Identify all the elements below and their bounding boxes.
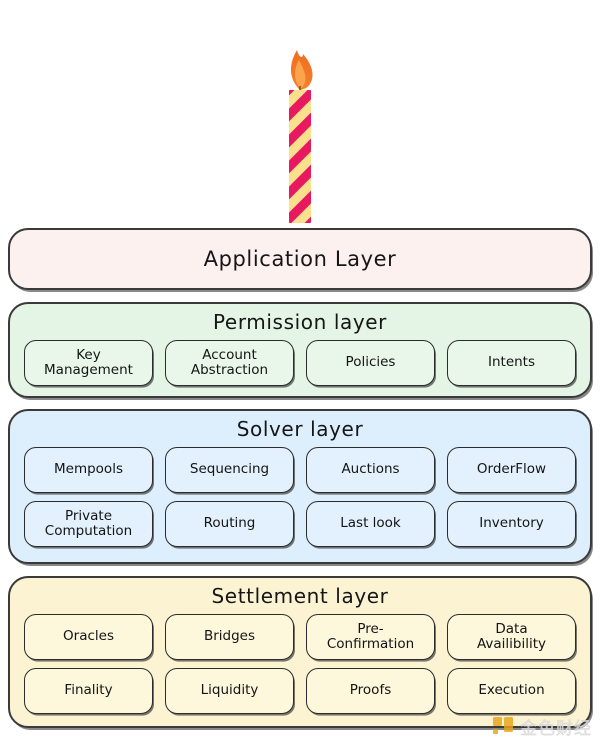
settlement-cells: Oracles Bridges Pre- Confirmation Data A… xyxy=(10,614,590,722)
cell-liquidity[interactable]: Liquidity xyxy=(165,668,294,714)
cell-auctions[interactable]: Auctions xyxy=(306,447,435,493)
cell-label: Finality xyxy=(64,683,112,698)
cell-label: Pre- Confirmation xyxy=(326,620,415,652)
cell-line-1: Key xyxy=(76,346,101,363)
cell-line-1: Oracles xyxy=(63,628,114,645)
cell-sequencing[interactable]: Sequencing xyxy=(165,447,294,493)
cell-finality[interactable]: Finality xyxy=(24,668,153,714)
cell-label: Proofs xyxy=(350,683,391,698)
cell-last-look[interactable]: Last look xyxy=(306,501,435,547)
layer-title-solver: Solver layer xyxy=(236,417,364,441)
cell-execution[interactable]: Execution xyxy=(447,668,576,714)
cell-line-1: Intents xyxy=(487,354,536,371)
cell-key-management[interactable]: Key Management xyxy=(24,340,153,386)
layer-title-application: Application Layer xyxy=(203,246,397,271)
cell-line-2: Abstraction xyxy=(190,362,269,378)
cell-label: Routing xyxy=(204,516,256,531)
cell-orderflow[interactable]: OrderFlow xyxy=(447,447,576,493)
layer-stack-diagram: Application Layer Permission layer Key M… xyxy=(0,0,600,741)
cell-routing[interactable]: Routing xyxy=(165,501,294,547)
cell-line-2: Confirmation xyxy=(326,636,415,652)
cell-label: Bridges xyxy=(204,629,255,644)
cell-intents[interactable]: Intents xyxy=(447,340,576,386)
cell-line-1: Liquidity xyxy=(200,682,259,699)
solver-cells: Mempools Sequencing Auctions OrderFlow P… xyxy=(10,447,590,555)
birthday-candle-illustration xyxy=(0,0,600,228)
layer-panel-settlement[interactable]: Settlement layer Oracles Bridges Pre- Co xyxy=(8,576,592,728)
cell-line-1: Mempools xyxy=(54,461,123,478)
permission-cells: Key Management Account Abstraction Polic… xyxy=(10,340,590,394)
cell-proofs[interactable]: Proofs xyxy=(306,668,435,714)
cell-private-computation[interactable]: Private Computation xyxy=(24,501,153,547)
cell-line-1: OrderFlow xyxy=(476,461,547,478)
solver-row-1: Mempools Sequencing Auctions OrderFlow xyxy=(24,447,576,493)
cell-line-1: Execution xyxy=(478,682,545,699)
permission-row-1: Key Management Account Abstraction Polic… xyxy=(24,340,576,386)
solver-row-2: Private Computation Routing Last look In… xyxy=(24,501,576,547)
cell-line-1: Pre- xyxy=(357,620,384,637)
cell-label: Data Availibility xyxy=(476,620,547,652)
layer-panel-permission[interactable]: Permission layer Key Management Account … xyxy=(8,302,592,398)
cell-inventory[interactable]: Inventory xyxy=(447,501,576,547)
cell-label: Inventory xyxy=(479,516,543,531)
cell-line-2: Computation xyxy=(44,523,133,539)
cell-line-1: Sequencing xyxy=(189,461,270,478)
cell-policies[interactable]: Policies xyxy=(306,340,435,386)
cell-line-1: Policies xyxy=(345,354,396,371)
jinse-finance-logo-icon xyxy=(492,716,514,738)
cell-line-1: Proofs xyxy=(349,682,392,699)
cell-label: Private Computation xyxy=(44,507,133,539)
cell-line-1: Private xyxy=(64,507,113,524)
cell-line-1: Account xyxy=(202,346,257,363)
cell-label: Execution xyxy=(478,683,544,698)
cell-bridges[interactable]: Bridges xyxy=(165,614,294,660)
candle-icon xyxy=(289,50,313,223)
cell-data-availability[interactable]: Data Availibility xyxy=(447,614,576,660)
cell-pre-confirmation[interactable]: Pre- Confirmation xyxy=(306,614,435,660)
cell-label: Last look xyxy=(340,516,401,531)
cell-label: Mempools xyxy=(54,462,123,477)
settlement-row-2: Finality Liquidity Proofs Execution xyxy=(24,668,576,714)
cell-line-2: Management xyxy=(44,362,133,378)
layer-panel-application[interactable]: Application Layer xyxy=(8,228,592,290)
cell-line-1: Bridges xyxy=(203,628,256,645)
watermark-text: 金色财经 xyxy=(520,719,592,739)
cell-oracles[interactable]: Oracles xyxy=(24,614,153,660)
cell-line-1: Routing xyxy=(203,515,256,532)
cell-label: Sequencing xyxy=(190,462,269,477)
cell-line-2: Availibility xyxy=(476,636,547,652)
cell-label: Intents xyxy=(488,355,535,370)
cell-label: Account Abstraction xyxy=(190,346,269,378)
cell-label: Oracles xyxy=(63,629,114,644)
cell-label: Auctions xyxy=(341,462,399,477)
cell-label: OrderFlow xyxy=(477,462,546,477)
cell-line-1: Last look xyxy=(340,515,401,532)
cell-label: Key Management xyxy=(44,346,133,378)
cell-line-1: Data xyxy=(495,620,528,637)
cell-label: Liquidity xyxy=(201,683,259,698)
cell-line-1: Inventory xyxy=(479,515,544,532)
cell-account-abstraction[interactable]: Account Abstraction xyxy=(165,340,294,386)
settlement-row-1: Oracles Bridges Pre- Confirmation Data A… xyxy=(24,614,576,660)
layer-title-settlement: Settlement layer xyxy=(211,584,389,608)
cell-label: Policies xyxy=(346,355,396,370)
cell-line-1: Finality xyxy=(64,682,113,699)
watermark: 金色财经 xyxy=(492,714,592,739)
cell-line-1: Auctions xyxy=(341,461,400,478)
cell-mempools[interactable]: Mempools xyxy=(24,447,153,493)
layer-panel-solver[interactable]: Solver layer Mempools Sequencing Auction… xyxy=(8,409,592,564)
layer-title-permission: Permission layer xyxy=(212,310,387,334)
